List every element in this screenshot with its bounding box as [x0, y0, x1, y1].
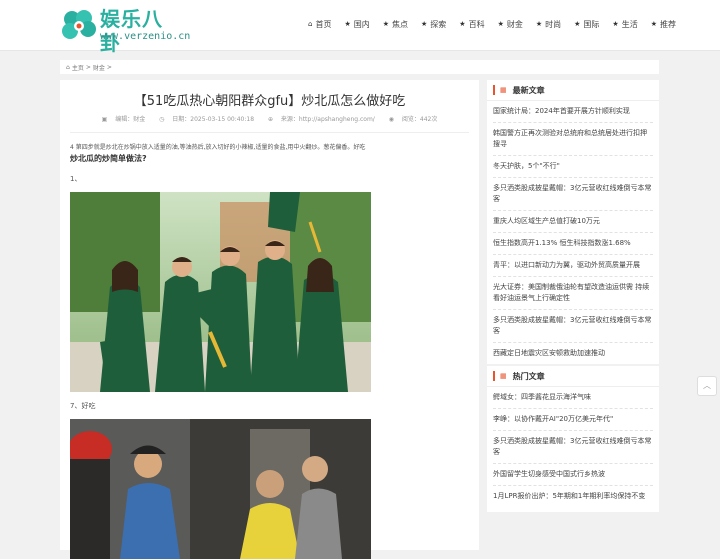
list-icon: ▦ [500, 372, 507, 380]
views-meta: ◉ 阅览：442次 [388, 116, 438, 123]
article-photo-rescue [70, 419, 371, 559]
box-header: ▦ 热门文章 [487, 366, 659, 387]
home-icon: ⌂ [308, 20, 313, 28]
hot-articles-list: 鳄域女：四季酱花显示海洋气味 李峥：以协作戴开AI"20万亿美元年代" 多只洒类… [487, 387, 659, 507]
breadcrumb-section[interactable]: 财金 [93, 63, 105, 72]
article-meta: ▣ 编辑：财金 ◷ 日期：2025-03-15 00:40:18 ⊕ 来源：ht… [60, 114, 479, 123]
star-icon: ★ [382, 20, 390, 28]
nav-item-international[interactable]: ★ 国际 [574, 16, 599, 32]
source-meta[interactable]: ⊕ 来源：http://apshangheng.com/ [265, 116, 378, 123]
site-logo[interactable]: 娱乐八卦 www.verzenio.cn [60, 7, 190, 55]
back-to-top-button[interactable]: ︿ [697, 376, 717, 396]
list-item[interactable]: 李峥：以协作戴开AI"20万亿美元年代" [493, 409, 653, 431]
star-icon: ★ [650, 20, 657, 28]
list-item[interactable]: 光大证券：美国制裁俄油轮有望改造油运供需 持续看好油运景气上行确定性 [493, 277, 653, 310]
box-title: 热门文章 [512, 371, 545, 381]
article-title: 【51吃瓜热心朝阳群众gfu】炒北瓜怎么做好吃 [133, 94, 406, 109]
eye-icon: ◉ [388, 116, 396, 123]
article-panel: 【51吃瓜热心朝阳群众gfu】炒北瓜怎么做好吃 ▣ 编辑：财金 ◷ 日期：202… [60, 80, 479, 559]
list-item[interactable]: 1月LPR报价出炉：5年期和1年期利率均保持不变 [493, 486, 653, 507]
nav-item-domestic[interactable]: ★ 国内 [344, 16, 369, 32]
nav-item-recommend[interactable]: ★ 推荐 [651, 16, 676, 32]
breadcrumb: ⌂ 主页 > 财金 > [60, 60, 659, 74]
nav-item-fashion[interactable]: ★ 时尚 [536, 16, 561, 32]
breadcrumb-separator: > [106, 63, 112, 71]
list-item[interactable]: 多只洒类股成披星戴帽：3亿元营收红线难倒亏本常客 [493, 431, 653, 464]
star-icon: ★ [344, 20, 351, 28]
clock-icon: ◷ [159, 116, 167, 123]
article-subheading: 炒北瓜的炒简单做法? [70, 154, 147, 163]
accent-bar [493, 85, 495, 95]
nav-item-life[interactable]: ★ 生活 [612, 16, 637, 32]
star-icon: ★ [421, 20, 428, 28]
nav-item-home[interactable]: ⌂ 首页 [308, 16, 331, 32]
logo-url: www.verzenio.cn [100, 31, 191, 42]
flower-logo-icon [62, 10, 96, 39]
list-item[interactable]: 多只洒类股成披星戴帽：3亿元营收红线难倒亏本常客 [493, 178, 653, 211]
article-photo-graduates [70, 192, 371, 392]
author-meta: ▣ 编辑：财金 [101, 116, 146, 123]
list-item[interactable]: 韩国警方正再次测验对总统府和总统居处进行扣押搜寻 [493, 123, 653, 156]
breadcrumb-home[interactable]: 主页 [72, 63, 84, 72]
article-paragraph: 7、好吃 [70, 402, 96, 410]
star-icon: ★ [535, 20, 543, 28]
nav-item-finance[interactable]: ★ 财金 [498, 16, 523, 32]
list-item[interactable]: 恒生指数高开1.13% 恒生科技指数涨1.68% [493, 233, 653, 255]
site-header: 娱乐八卦 www.verzenio.cn ⌂ 首页 ★ 国内 ★ 焦点 ★ 探索 ★ 百科… [0, 0, 720, 55]
list-item[interactable]: 鳄域女：四季酱花显示海洋气味 [493, 387, 653, 409]
nav-item-focus[interactable]: ★ 焦点 [383, 16, 408, 32]
list-item[interactable]: 冬天护肤，5个"不行" [493, 156, 653, 178]
hot-articles-box: ▦ 热门文章 鳄域女：四季酱花显示海洋气味 李峥：以协作戴开AI"20万亿美元年… [487, 366, 659, 512]
list-item[interactable]: 重庆人均区域生产总值打破10万元 [493, 211, 653, 233]
list-item[interactable]: 国家统计局：2024年首要开展方针顺利实现 [493, 101, 653, 123]
user-icon: ▣ [101, 116, 110, 123]
article-paragraph: 4 第四步就是炒北在炒锅中放入适量的油,等油热后,放入切好的小辣椒,适量的食盐,… [70, 144, 366, 151]
link-icon: ⊕ [267, 116, 275, 123]
latest-articles-list: 国家统计局：2024年首要开展方针顺利实现 韩国警方正再次测验对总统府和总统居处… [487, 101, 659, 364]
main-nav: ⌂ 首页 ★ 国内 ★ 焦点 ★ 探索 ★ 百科 ★ 财金 ★ 时尚 ★ 国际 ★ 生活 ★ 推荐 [308, 16, 689, 32]
list-item[interactable]: 外国留学生切身感受中国式行乡热波 [493, 464, 653, 486]
list-item[interactable]: 西藏定日地震灾区安顿救助加速推动 [493, 343, 653, 364]
list-icon: ▦ [500, 86, 507, 94]
star-icon: ★ [574, 20, 581, 28]
box-header: ▦ 最新文章 [487, 80, 659, 101]
list-item[interactable]: 青平：以进口新动力为翼，驱动外贸高质量开展 [493, 255, 653, 277]
star-icon: ★ [497, 20, 504, 28]
latest-articles-box: ▦ 最新文章 国家统计局：2024年首要开展方针顺利实现 韩国警方正再次测验对总… [487, 80, 659, 364]
star-icon: ★ [612, 20, 619, 28]
box-title: 最新文章 [512, 85, 545, 95]
star-icon: ★ [459, 20, 466, 28]
article-paragraph: 1、 [70, 175, 82, 183]
chevron-up-icon: ︿ [703, 381, 711, 390]
list-item[interactable]: 多只洒类股成披星戴帽：3亿元营收红线难倒亏本常客 [493, 310, 653, 343]
accent-bar [493, 371, 495, 381]
breadcrumb-separator: > [85, 63, 91, 71]
nav-item-explore[interactable]: ★ 探索 [421, 16, 446, 32]
date-meta: ◷ 日期：2025-03-15 00:40:18 [159, 116, 255, 123]
nav-item-wiki[interactable]: ★ 百科 [459, 16, 484, 32]
divider [70, 132, 469, 133]
home-icon: ⌂ [66, 63, 70, 71]
